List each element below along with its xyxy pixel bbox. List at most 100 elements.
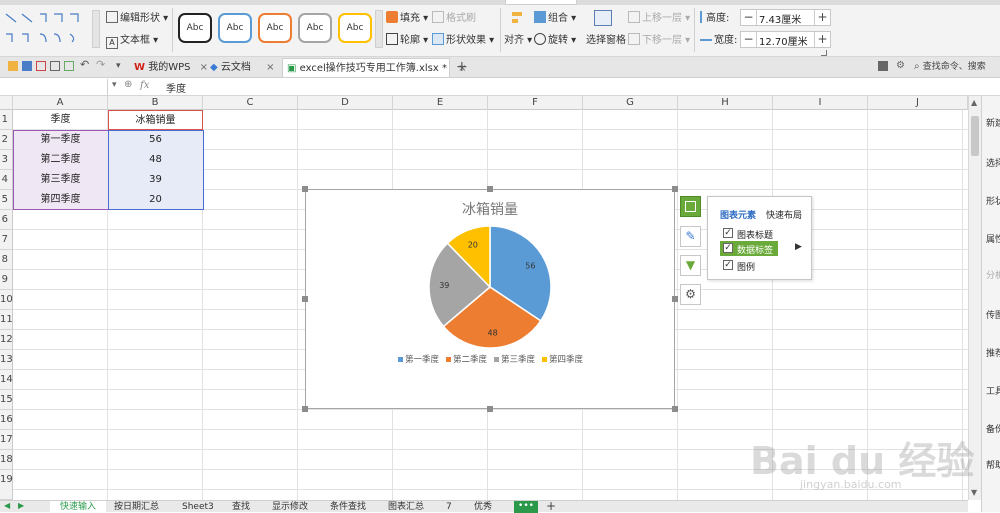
ribbon-active-tab[interactable]	[505, 0, 577, 5]
column-header[interactable]: H	[678, 96, 773, 110]
height-spinner[interactable]: − 7.43厘米 +	[740, 9, 831, 26]
gallery-scroll[interactable]	[92, 10, 100, 48]
legend-entry[interactable]: 第二季度	[453, 354, 488, 365]
sheet-tab[interactable]: 显示修改	[272, 501, 308, 513]
sheet-nav-next-icon[interactable]: ▶	[18, 501, 24, 510]
send-backward-button[interactable]: 下移一层 ▾	[628, 32, 690, 49]
row-header[interactable]: 4	[0, 170, 13, 190]
sheet-tab-quick-input[interactable]: 快速输入	[50, 501, 106, 513]
sheet-tab[interactable]: Sheet3	[182, 501, 214, 513]
size-dialog-launcher[interactable]	[821, 50, 827, 56]
row-header[interactable]: 9	[0, 270, 13, 290]
export-icon[interactable]	[64, 61, 74, 71]
name-box-dropdown-icon[interactable]: ▾	[112, 80, 117, 90]
minimize-ribbon-icon[interactable]	[878, 61, 888, 71]
chart-legend[interactable]: 第一季度 第二季度 第三季度 第四季度	[398, 354, 584, 365]
width-spinner[interactable]: − 12.70厘米 +	[740, 31, 831, 48]
chart-elements-button[interactable]	[680, 196, 701, 217]
format-brush-button[interactable]: 格式刷	[432, 10, 476, 27]
name-box[interactable]	[0, 79, 108, 95]
column-header[interactable]: A	[13, 96, 108, 110]
shape-style-2[interactable]: Abc	[218, 13, 252, 43]
search-box[interactable]: ⌕ 查找命令、搜索	[914, 59, 1000, 75]
new-tab-button[interactable]: +	[456, 59, 468, 75]
zoom-formula-icon[interactable]: ⊕	[124, 79, 132, 90]
tab-quick-layout[interactable]: 快速布局	[766, 208, 802, 221]
close-icon[interactable]: ×	[266, 62, 274, 73]
shape-gallery[interactable]	[2, 10, 90, 48]
formula-input[interactable]: 季度	[166, 80, 186, 95]
row-header[interactable]: 7	[0, 230, 13, 250]
task-recommend[interactable]: 推荐	[986, 346, 1000, 359]
resize-handle[interactable]	[302, 296, 308, 302]
legend-entry[interactable]: 第三季度	[501, 354, 536, 365]
column-header[interactable]: J	[868, 96, 968, 110]
chart-filter-button[interactable]: ▼	[680, 255, 701, 276]
column-header[interactable]: D	[298, 96, 393, 110]
data-labels-submenu-arrow-icon[interactable]: ▶	[795, 242, 802, 252]
tab-chart-elements[interactable]: 图表元素	[720, 208, 756, 221]
sheet-tab[interactable]: 优秀	[474, 501, 492, 513]
resize-handle[interactable]	[487, 406, 493, 412]
task-new[interactable]: 新建	[986, 116, 1000, 129]
row-header[interactable]: 5	[0, 190, 13, 210]
align-icon[interactable]	[510, 10, 526, 26]
redo-icon[interactable]: ↷	[96, 58, 105, 71]
legend-checkbox[interactable]: ✓	[723, 260, 733, 270]
resize-handle[interactable]	[672, 186, 678, 192]
row-header[interactable]: 14	[0, 370, 13, 390]
fill-button[interactable]: 填充 ▾	[386, 10, 428, 27]
data-label[interactable]: 20	[468, 241, 478, 250]
task-tools[interactable]: 工具	[986, 384, 1000, 397]
shape-style-3[interactable]: Abc	[258, 13, 292, 43]
task-shape[interactable]: 形状	[986, 194, 1000, 207]
height-increment[interactable]: +	[814, 10, 830, 25]
width-decrement[interactable]: −	[741, 32, 757, 47]
bring-forward-button[interactable]: 上移一层 ▾	[628, 10, 690, 27]
resize-handle[interactable]	[487, 186, 493, 192]
sheet-nav-first-icon[interactable]: ◀	[4, 501, 10, 510]
pie-chart[interactable]: 冰箱销量 56 48 39 20 第一季度 第二季度 第三季度 第四季度	[306, 190, 674, 408]
table-header-sales[interactable]: 冰箱销量	[108, 110, 203, 130]
task-backup[interactable]: 备份	[986, 422, 1000, 435]
row-header[interactable]: 3	[0, 150, 13, 170]
open-icon[interactable]	[8, 61, 18, 71]
tab-cloud-docs[interactable]: ◆ 云文档 ×	[206, 58, 278, 77]
settings-icon[interactable]: ⚙	[896, 60, 905, 71]
sheet-tab[interactable]: 查找	[232, 501, 250, 513]
fx-icon[interactable]: fx	[140, 80, 149, 91]
add-sheet-button[interactable]: +	[546, 499, 556, 513]
shape-style-1[interactable]: Abc	[178, 13, 212, 43]
shape-style-5[interactable]: Abc	[338, 13, 372, 43]
column-header[interactable]: G	[583, 96, 678, 110]
resize-handle[interactable]	[672, 406, 678, 412]
scroll-up-icon[interactable]: ▲	[971, 98, 977, 107]
resize-handle[interactable]	[302, 186, 308, 192]
height-value[interactable]: 7.43厘米	[759, 11, 801, 26]
row-header[interactable]: 11	[0, 310, 13, 330]
row-header[interactable]: 6	[0, 210, 13, 230]
row-header[interactable]: 15	[0, 390, 13, 410]
sheet-tab[interactable]: 按日期汇总	[114, 501, 159, 513]
selection-pane-icon[interactable]	[594, 10, 612, 26]
table-header-quarter[interactable]: 季度	[13, 110, 108, 130]
pie-chart-container[interactable]: 冰箱销量 56 48 39 20 第一季度 第二季度 第三季度 第四季度	[305, 189, 675, 409]
row-header[interactable]: 2	[0, 130, 13, 150]
row-header[interactable]: 13	[0, 350, 13, 370]
text-box-button[interactable]: A 文本框 ▾	[106, 32, 158, 49]
sheet-tab[interactable]: 条件查找	[330, 501, 366, 513]
align-button[interactable]: 对齐 ▾	[504, 32, 532, 49]
tab-my-wps[interactable]: W 我的WPS ×	[130, 58, 208, 77]
height-decrement[interactable]: −	[741, 10, 757, 25]
group-button[interactable]: 组合 ▾	[534, 10, 576, 27]
row-header[interactable]: 1	[0, 110, 13, 130]
width-value[interactable]: 12.70厘米	[759, 33, 808, 48]
edit-shape-button[interactable]: 编辑形状 ▾	[106, 10, 168, 27]
row-header[interactable]: 17	[0, 430, 13, 450]
sheet-tab[interactable]: 图表汇总	[388, 501, 424, 513]
print-preview-icon[interactable]	[36, 61, 46, 71]
chart-title[interactable]: 冰箱销量	[462, 202, 518, 218]
task-select[interactable]: 选择	[986, 156, 1000, 169]
scroll-thumb[interactable]	[971, 116, 979, 156]
row-header[interactable]: 19	[0, 470, 13, 500]
